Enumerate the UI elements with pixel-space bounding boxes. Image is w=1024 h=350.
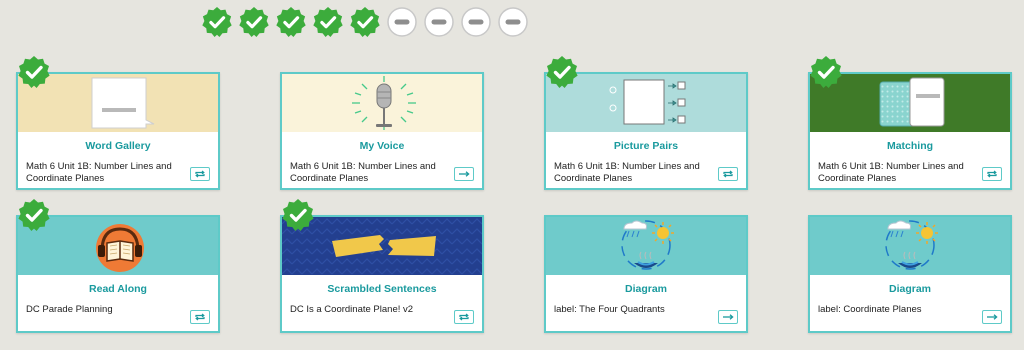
card-title: Matching bbox=[886, 140, 934, 152]
start-button[interactable] bbox=[718, 310, 738, 324]
activity-card-my-voice[interactable]: My Voice Math 6 Unit 1B: Number Lines and… bbox=[280, 72, 484, 190]
progress-pending-icon bbox=[386, 6, 418, 38]
activity-card-read-along[interactable]: Read Along DC Parade Planning bbox=[16, 215, 220, 333]
start-button[interactable] bbox=[982, 310, 1002, 324]
progress-pending-icon bbox=[423, 6, 455, 38]
progress-complete-icon bbox=[275, 6, 307, 38]
card-description: DC Is a Coordinate Plane! v2 bbox=[290, 304, 414, 315]
card-description: DC Parade Planning bbox=[26, 304, 113, 315]
card-title: My Voice bbox=[359, 140, 405, 152]
progress-complete-icon bbox=[238, 6, 270, 38]
progress-pending-icon bbox=[460, 6, 492, 38]
activity-card-picture-pairs[interactable]: Picture Pairs Math 6 Unit 1B: Number Line… bbox=[544, 72, 748, 190]
arrow-right-icon bbox=[986, 313, 998, 321]
retry-button[interactable] bbox=[454, 310, 474, 324]
card-title: Diagram bbox=[888, 283, 931, 295]
repeat-icon bbox=[986, 170, 998, 178]
card-description: Math 6 Unit 1B: Number Lines and Coordin… bbox=[818, 161, 964, 184]
completed-check-icon bbox=[809, 55, 843, 89]
retry-button[interactable] bbox=[718, 167, 738, 181]
diagram-banner-image bbox=[810, 217, 1010, 275]
start-button[interactable] bbox=[454, 167, 474, 181]
repeat-icon bbox=[194, 170, 206, 178]
completed-check-icon bbox=[17, 55, 51, 89]
diagram-banner-image bbox=[546, 217, 746, 275]
retry-button[interactable] bbox=[190, 310, 210, 324]
card-title: Read Along bbox=[89, 283, 147, 295]
completed-check-icon bbox=[281, 198, 315, 232]
progress-pending-icon bbox=[497, 6, 529, 38]
card-description: label: Coordinate Planes bbox=[818, 304, 922, 315]
card-title: Picture Pairs bbox=[613, 140, 679, 152]
activity-card-diagram[interactable]: Diagram label: Coordinate Planes bbox=[808, 215, 1012, 333]
completed-check-icon bbox=[545, 55, 579, 89]
progress-complete-icon bbox=[349, 6, 381, 38]
card-title: Word Gallery bbox=[85, 140, 151, 152]
activity-card-scrambled-sentences[interactable]: Scrambled Sentences DC Is a Coordinate Pl… bbox=[280, 215, 484, 333]
activity-card-matching[interactable]: Matching Math 6 Unit 1B: Number Lines and… bbox=[808, 72, 1012, 190]
progress-indicator bbox=[201, 6, 529, 38]
card-description: Math 6 Unit 1B: Number Lines and Coordin… bbox=[26, 161, 172, 184]
arrow-right-icon bbox=[722, 313, 734, 321]
repeat-icon bbox=[194, 313, 206, 321]
progress-complete-icon bbox=[312, 6, 344, 38]
retry-button[interactable] bbox=[982, 167, 1002, 181]
retry-button[interactable] bbox=[190, 167, 210, 181]
card-title: Diagram bbox=[624, 283, 667, 295]
my-voice-banner-image bbox=[282, 74, 482, 132]
completed-check-icon bbox=[17, 198, 51, 232]
repeat-icon bbox=[458, 313, 470, 321]
arrow-right-icon bbox=[458, 170, 470, 178]
repeat-icon bbox=[722, 170, 734, 178]
activity-card-diagram[interactable]: Diagram label: The Four Quadrants bbox=[544, 215, 748, 333]
card-description: Math 6 Unit 1B: Number Lines and Coordin… bbox=[290, 161, 436, 184]
card-description: label: The Four Quadrants bbox=[554, 304, 665, 315]
card-title: Scrambled Sentences bbox=[327, 283, 437, 295]
card-description: Math 6 Unit 1B: Number Lines and Coordin… bbox=[554, 161, 700, 184]
progress-complete-icon bbox=[201, 6, 233, 38]
activity-card-word-gallery[interactable]: Word Gallery Math 6 Unit 1B: Number Lines… bbox=[16, 72, 220, 190]
